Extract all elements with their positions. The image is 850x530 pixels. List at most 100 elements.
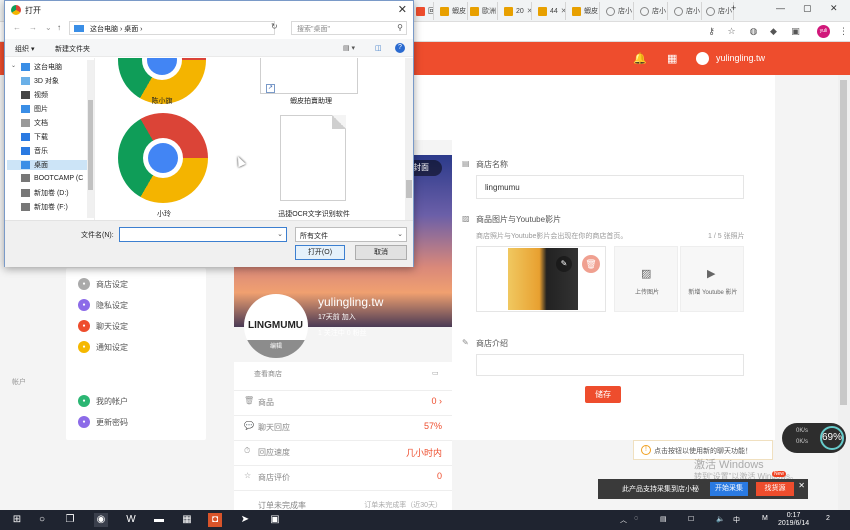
save-button[interactable]: 储存 <box>585 386 621 403</box>
filetype-select[interactable]: 所有文件 ⌄ <box>295 227 407 242</box>
volume-icon[interactable]: 🔈 <box>716 515 725 523</box>
menu-item[interactable]: ● 我的帐户 <box>78 395 128 407</box>
nav-item-music[interactable]: 音乐 <box>21 146 91 156</box>
view-shop-icon[interactable]: ▭ <box>432 369 439 377</box>
shop-logo[interactable]: LINGMUMU 编辑 <box>244 294 308 358</box>
system-clock[interactable]: 0:17 2019/6/14 <box>778 512 809 528</box>
delete-media-icon[interactable]: 🗑 <box>582 255 600 273</box>
app-icon[interactable]: ➤ <box>238 513 252 527</box>
preview-pane-icon[interactable]: ◫ <box>375 44 382 52</box>
nav-item-3d[interactable]: 3D 对象 <box>21 76 91 86</box>
nav-scrollbar-thumb[interactable] <box>88 100 93 190</box>
notification-center-icon[interactable]: 2 <box>826 515 830 522</box>
document-file-icon[interactable] <box>280 115 346 201</box>
open-button[interactable]: 打开(O) <box>295 245 345 260</box>
profile-avatar[interactable]: yuli <box>817 25 830 38</box>
upload-image-button[interactable]: ▨ 上传图片 <box>614 246 678 312</box>
bell-icon[interactable]: 🔔 <box>633 52 647 65</box>
nav-item-drive[interactable]: 新加卷 (D:) <box>21 188 91 198</box>
maximize-button[interactable]: ▢ <box>803 3 812 14</box>
browser-tab[interactable]: 店小✕ <box>670 2 702 20</box>
user-avatar-icon[interactable] <box>696 52 709 65</box>
stat-value[interactable]: 几小时内 <box>406 446 442 459</box>
star-icon[interactable]: ☆ <box>726 26 737 37</box>
nav-item-image[interactable]: 图片 <box>21 104 91 114</box>
nav-item-video[interactable]: 视频 <box>21 90 91 100</box>
address-bar[interactable]: 这台电脑 › 桌面 › <box>69 21 275 35</box>
shop-name-input[interactable]: lingmumu <box>476 175 744 199</box>
view-shop-link[interactable]: 查看商店 <box>254 369 282 379</box>
tray-icon[interactable]: ▤ <box>660 515 667 523</box>
close-icon[interactable]: ✕ <box>798 481 805 490</box>
extension-icon[interactable]: ◍ <box>748 26 759 37</box>
up-arrow-icon[interactable]: ↑ <box>57 23 61 32</box>
nav-item-drive[interactable]: BOOTCAMP (C <box>21 174 91 182</box>
menu-dots-icon[interactable]: ⋮ <box>838 26 849 37</box>
folder-icon[interactable]: ▬ <box>152 513 166 527</box>
edit-media-icon[interactable]: ✎ <box>556 256 572 272</box>
browser-tab[interactable]: 歐洲✕ <box>466 2 498 20</box>
word-icon[interactable]: W <box>124 513 138 527</box>
extension-icon[interactable]: ◆ <box>768 26 779 37</box>
nav-item-pc[interactable]: 这台电脑 <box>21 62 91 72</box>
page-scrollbar-thumb[interactable] <box>840 80 847 405</box>
browser-tab[interactable]: 蝦皮✕ <box>568 2 600 20</box>
windows-start-icon[interactable]: ⊞ <box>10 513 24 527</box>
nav-item-drive[interactable]: 新加卷 (F:) <box>21 202 91 212</box>
find-source-button[interactable]: 找货源 <box>756 482 794 496</box>
chevron-right-icon[interactable]: ⌄ <box>11 62 16 69</box>
file-name[interactable]: 迅捷OCR文字识别软件 <box>266 209 362 219</box>
help-icon[interactable]: ? <box>395 43 405 53</box>
minimize-button[interactable]: — <box>776 3 785 13</box>
cancel-button[interactable]: 取消 <box>355 245 407 260</box>
browser-tab[interactable]: 店小✕ <box>636 2 668 20</box>
apps-grid-icon[interactable]: ▦ <box>667 52 677 65</box>
file-name[interactable]: 陈小旗 <box>136 96 188 106</box>
chrome-icon[interactable]: ◉ <box>94 513 108 527</box>
browser-tab[interactable]: 店小✕ <box>602 2 634 20</box>
app-icon[interactable]: ◘ <box>208 513 222 527</box>
close-window-button[interactable]: ✕ <box>830 3 838 14</box>
view-options-icon[interactable]: ▤ ▾ <box>343 44 355 52</box>
search-box[interactable]: 搜索"桌面" ⚲ <box>291 21 407 35</box>
nav-scrollbar[interactable] <box>87 60 94 218</box>
search-icon[interactable]: ○ <box>35 513 49 527</box>
tab-close-icon[interactable]: ✕ <box>561 7 565 15</box>
browser-tab[interactable]: 回覆 <box>412 2 434 20</box>
menu-item[interactable]: ● 商店设定 <box>78 278 128 290</box>
extension-icon[interactable]: ▣ <box>790 26 801 37</box>
task-view-icon[interactable]: ❐ <box>63 513 77 527</box>
menu-item[interactable]: ● 隐私设定 <box>78 299 128 311</box>
menu-item[interactable]: ● 聊天设定 <box>78 320 128 332</box>
edit-logo-button[interactable]: 编辑 <box>244 340 308 358</box>
network-icon[interactable]: ☐ <box>688 515 694 523</box>
stat-value[interactable]: 0 <box>437 471 442 481</box>
close-icon[interactable]: ✕ <box>398 3 407 16</box>
stat-value[interactable]: 0 › <box>431 396 442 406</box>
tray-icon[interactable]: ◌ <box>634 515 638 522</box>
chrome-file-icon[interactable] <box>118 113 208 203</box>
menu-item[interactable]: ● 通知设定 <box>78 341 128 353</box>
nav-item-desktop[interactable]: 桌面 <box>7 160 87 170</box>
file-list-scrollbar[interactable] <box>405 58 413 220</box>
add-youtube-button[interactable]: ▶ 新增 Youtube 影片 <box>680 246 744 312</box>
header-username[interactable]: yulingling.tw <box>716 53 765 63</box>
file-name[interactable]: 小玲 <box>144 209 184 219</box>
organize-menu[interactable]: 组织 ▾ <box>15 44 34 54</box>
tab-close-icon[interactable]: ✕ <box>527 7 531 15</box>
video-icon[interactable]: ▣ <box>268 513 282 527</box>
shop-desc-textarea[interactable] <box>476 354 744 376</box>
chevron-down-icon[interactable]: ⌄ <box>277 230 283 238</box>
back-arrow-icon[interactable]: ← <box>13 23 21 32</box>
nav-item-download[interactable]: 下载 <box>21 132 91 142</box>
start-collect-button[interactable]: 开始采集 <box>710 482 748 496</box>
refresh-icon[interactable]: ↻ <box>271 22 278 31</box>
network-speed-widget[interactable]: 0K/s 0K/s 69% <box>782 423 846 453</box>
file-name[interactable]: 蝦皮拍賣助理 <box>276 96 346 106</box>
new-folder-button[interactable]: 新建文件夹 <box>55 44 90 54</box>
browser-tab[interactable]: 蝦皮✕ <box>436 2 468 20</box>
file-list-scrollbar-thumb[interactable] <box>406 180 412 198</box>
browser-tab[interactable]: 店小✕ <box>702 2 734 20</box>
nav-item-doc[interactable]: 文档 <box>21 118 91 128</box>
app-icon[interactable]: ▦ <box>180 513 194 527</box>
